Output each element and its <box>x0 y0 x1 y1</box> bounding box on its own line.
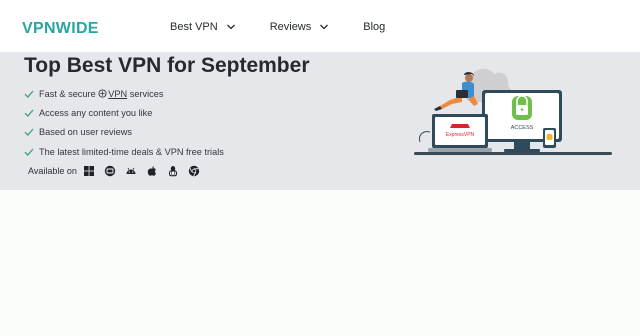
nav-item-label: Reviews <box>269 21 312 33</box>
chevron-down-icon <box>226 24 235 30</box>
chevron-down-icon <box>320 24 329 30</box>
hero-illustration: ACCESS ExpressVPN <box>414 68 612 155</box>
list-item: The latest limited-time deals & VPN free… <box>24 142 224 161</box>
list-item: Based on user reviews <box>24 123 224 142</box>
check-icon <box>24 90 34 98</box>
check-icon <box>24 148 34 156</box>
chrome-icon <box>188 165 200 177</box>
feature-text: The latest limited-time deals & VPN free… <box>39 146 224 157</box>
main-nav: Best VPN Reviews Blog <box>170 21 419 33</box>
available-label: Available on <box>28 166 77 176</box>
feature-text: services <box>129 88 164 99</box>
nav-item-label: Blog <box>363 21 386 33</box>
feature-list: Fast & secure VPN services Access any co… <box>24 84 224 161</box>
hero-banner: Top Best VPN for September Fast & secure… <box>0 52 640 190</box>
nav-item-label: Best VPN <box>170 21 218 33</box>
shield-icon <box>98 89 107 98</box>
list-item: Access any content you like <box>24 103 224 122</box>
vpn-link[interactable]: VPN <box>108 89 127 99</box>
nav-item-blog[interactable]: Blog <box>363 21 385 33</box>
nav-item-best-vpn[interactable]: Best VPN <box>170 21 236 33</box>
check-icon <box>24 128 34 137</box>
nav-item-reviews[interactable]: Reviews <box>270 21 330 33</box>
android-icon <box>126 167 136 174</box>
monitor-brand: ACCESS <box>511 125 534 131</box>
site-logo[interactable]: VPNWIDE <box>22 20 99 38</box>
available-on: Available on <box>28 165 209 177</box>
macos-icon <box>104 165 116 177</box>
feature-text: Access any content you like <box>39 107 153 118</box>
apple-icon <box>147 166 156 176</box>
feature-text: Based on user reviews <box>39 127 132 138</box>
windows-icon <box>83 166 94 176</box>
check-icon <box>24 109 34 117</box>
list-item: Fast & secure VPN services <box>24 84 224 103</box>
feature-text: Fast & secure <box>39 88 96 99</box>
page-title: Top Best VPN for September <box>24 54 310 77</box>
site-header: VPNWIDE Best VPN Reviews Blog <box>0 0 640 52</box>
linux-icon <box>168 166 177 177</box>
laptop-brand: ExpressVPN <box>446 132 475 138</box>
